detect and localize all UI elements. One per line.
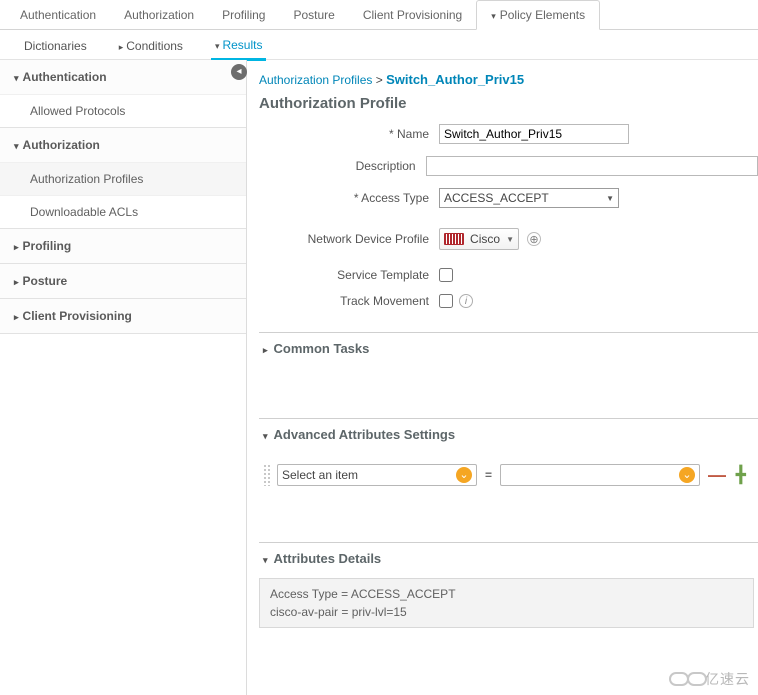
tab-policy-elements[interactable]: Policy Elements bbox=[476, 0, 600, 30]
sub-tabs: Dictionaries Conditions Results bbox=[0, 30, 758, 60]
access-type-value: ACCESS_ACCEPT bbox=[444, 191, 549, 205]
sidebar-section-label: Authorization bbox=[23, 138, 100, 152]
chevron-down-icon: ▾ bbox=[14, 73, 19, 83]
sidebar-item-allowed-protocols[interactable]: Allowed Protocols bbox=[0, 94, 246, 127]
description-label: Description bbox=[259, 159, 426, 173]
service-template-checkbox[interactable] bbox=[439, 268, 453, 282]
subtab-dictionaries[interactable]: Dictionaries bbox=[20, 31, 91, 59]
access-type-select[interactable]: ACCESS_ACCEPT ▼ bbox=[439, 188, 619, 208]
chevron-right-icon: ▸ bbox=[263, 345, 268, 355]
chevron-down-icon: ▾ bbox=[14, 141, 19, 151]
add-ndp-button[interactable]: ⊕ bbox=[527, 232, 541, 246]
attribute-row: Select an item ⌄ = ⌄ — ╋ bbox=[263, 464, 754, 486]
breadcrumb-separator: > bbox=[376, 73, 383, 87]
chevron-down-icon: ▼ bbox=[606, 194, 614, 203]
dropdown-icon: ⌄ bbox=[456, 467, 472, 483]
tab-profiling[interactable]: Profiling bbox=[208, 1, 279, 29]
sidebar-section-profiling[interactable]: ▸ Profiling bbox=[0, 229, 246, 263]
sidebar-section-label: Client Provisioning bbox=[23, 309, 132, 323]
sidebar-collapse-button[interactable]: ◂ bbox=[231, 64, 247, 80]
name-input[interactable] bbox=[439, 124, 629, 144]
drag-handle-icon[interactable] bbox=[263, 464, 271, 486]
detail-line: cisco-av-pair = priv-lvl=15 bbox=[270, 603, 743, 621]
sidebar-section-label: Profiling bbox=[23, 239, 72, 253]
watermark: 亿速云 bbox=[669, 669, 750, 689]
chevron-right-icon: ▸ bbox=[14, 242, 19, 252]
ndp-value: Cisco bbox=[470, 232, 500, 246]
chevron-right-icon: ▸ bbox=[14, 312, 19, 322]
attribute-name-value: Select an item bbox=[282, 468, 358, 482]
remove-row-button[interactable]: — bbox=[706, 465, 728, 486]
panel-title: Common Tasks bbox=[274, 341, 370, 356]
panel-attributes-details[interactable]: ▾ Attributes Details bbox=[259, 543, 758, 574]
chevron-down-icon: ▾ bbox=[263, 555, 268, 565]
attributes-details-body: Access Type = ACCESS_ACCEPT cisco-av-pai… bbox=[259, 578, 754, 628]
sidebar-section-authentication[interactable]: ▾ Authentication bbox=[0, 60, 246, 94]
service-template-label: Service Template bbox=[259, 268, 439, 282]
chevron-down-icon: ▾ bbox=[263, 431, 268, 441]
breadcrumb-parent-link[interactable]: Authorization Profiles bbox=[259, 73, 372, 87]
equals-label: = bbox=[483, 468, 494, 482]
panel-advanced-attributes[interactable]: ▾ Advanced Attributes Settings bbox=[259, 419, 758, 450]
page-title: Authorization Profile bbox=[259, 91, 758, 124]
chevron-right-icon: ▸ bbox=[14, 277, 19, 287]
info-icon[interactable]: i bbox=[459, 294, 473, 308]
breadcrumb-current: Switch_Author_Priv15 bbox=[386, 72, 524, 87]
breadcrumb: Authorization Profiles > Switch_Author_P… bbox=[259, 70, 758, 91]
sidebar-section-posture[interactable]: ▸ Posture bbox=[0, 264, 246, 298]
detail-line: Access Type = ACCESS_ACCEPT bbox=[270, 585, 743, 603]
sidebar-item-downloadable-acls[interactable]: Downloadable ACLs bbox=[0, 195, 246, 228]
network-device-profile-select[interactable]: Cisco ▼ bbox=[439, 228, 519, 250]
cisco-logo-icon bbox=[444, 233, 464, 245]
sidebar-section-client-provisioning[interactable]: ▸ Client Provisioning bbox=[0, 299, 246, 333]
cloud-icon bbox=[687, 672, 707, 686]
main-content: Authorization Profiles > Switch_Author_P… bbox=[247, 60, 758, 695]
subtab-results[interactable]: Results bbox=[211, 30, 267, 61]
sidebar-section-label: Authentication bbox=[23, 70, 107, 84]
sidebar-section-label: Posture bbox=[23, 274, 68, 288]
sidebar-item-authorization-profiles[interactable]: Authorization Profiles bbox=[0, 162, 246, 195]
sidebar: ◂ ▾ Authentication Allowed Protocols ▾ Aut… bbox=[0, 60, 247, 695]
attribute-name-combo[interactable]: Select an item ⌄ bbox=[277, 464, 477, 486]
name-label: * Name bbox=[259, 127, 439, 141]
ndp-label: Network Device Profile bbox=[259, 232, 439, 246]
tab-authorization[interactable]: Authorization bbox=[110, 1, 208, 29]
panel-title: Attributes Details bbox=[274, 551, 382, 566]
panel-common-tasks[interactable]: ▸ Common Tasks bbox=[259, 333, 758, 364]
access-type-label: * Access Type bbox=[259, 191, 439, 205]
watermark-text: 亿速云 bbox=[705, 669, 750, 689]
tab-posture[interactable]: Posture bbox=[279, 1, 348, 29]
subtab-conditions[interactable]: Conditions bbox=[115, 31, 187, 59]
top-tabs: Authentication Authorization Profiling P… bbox=[0, 0, 758, 30]
dropdown-icon: ⌄ bbox=[679, 467, 695, 483]
cloud-icon bbox=[669, 672, 689, 686]
tab-authentication[interactable]: Authentication bbox=[6, 1, 110, 29]
track-movement-label: Track Movement bbox=[259, 294, 439, 308]
add-row-button[interactable]: ╋ bbox=[734, 465, 748, 485]
chevron-down-icon: ▼ bbox=[506, 235, 514, 244]
attribute-value-combo[interactable]: ⌄ bbox=[500, 464, 700, 486]
tab-client-provisioning[interactable]: Client Provisioning bbox=[349, 1, 476, 29]
track-movement-checkbox[interactable] bbox=[439, 294, 453, 308]
sidebar-section-authorization[interactable]: ▾ Authorization bbox=[0, 128, 246, 162]
panel-title: Advanced Attributes Settings bbox=[274, 427, 456, 442]
description-input[interactable] bbox=[426, 156, 758, 176]
